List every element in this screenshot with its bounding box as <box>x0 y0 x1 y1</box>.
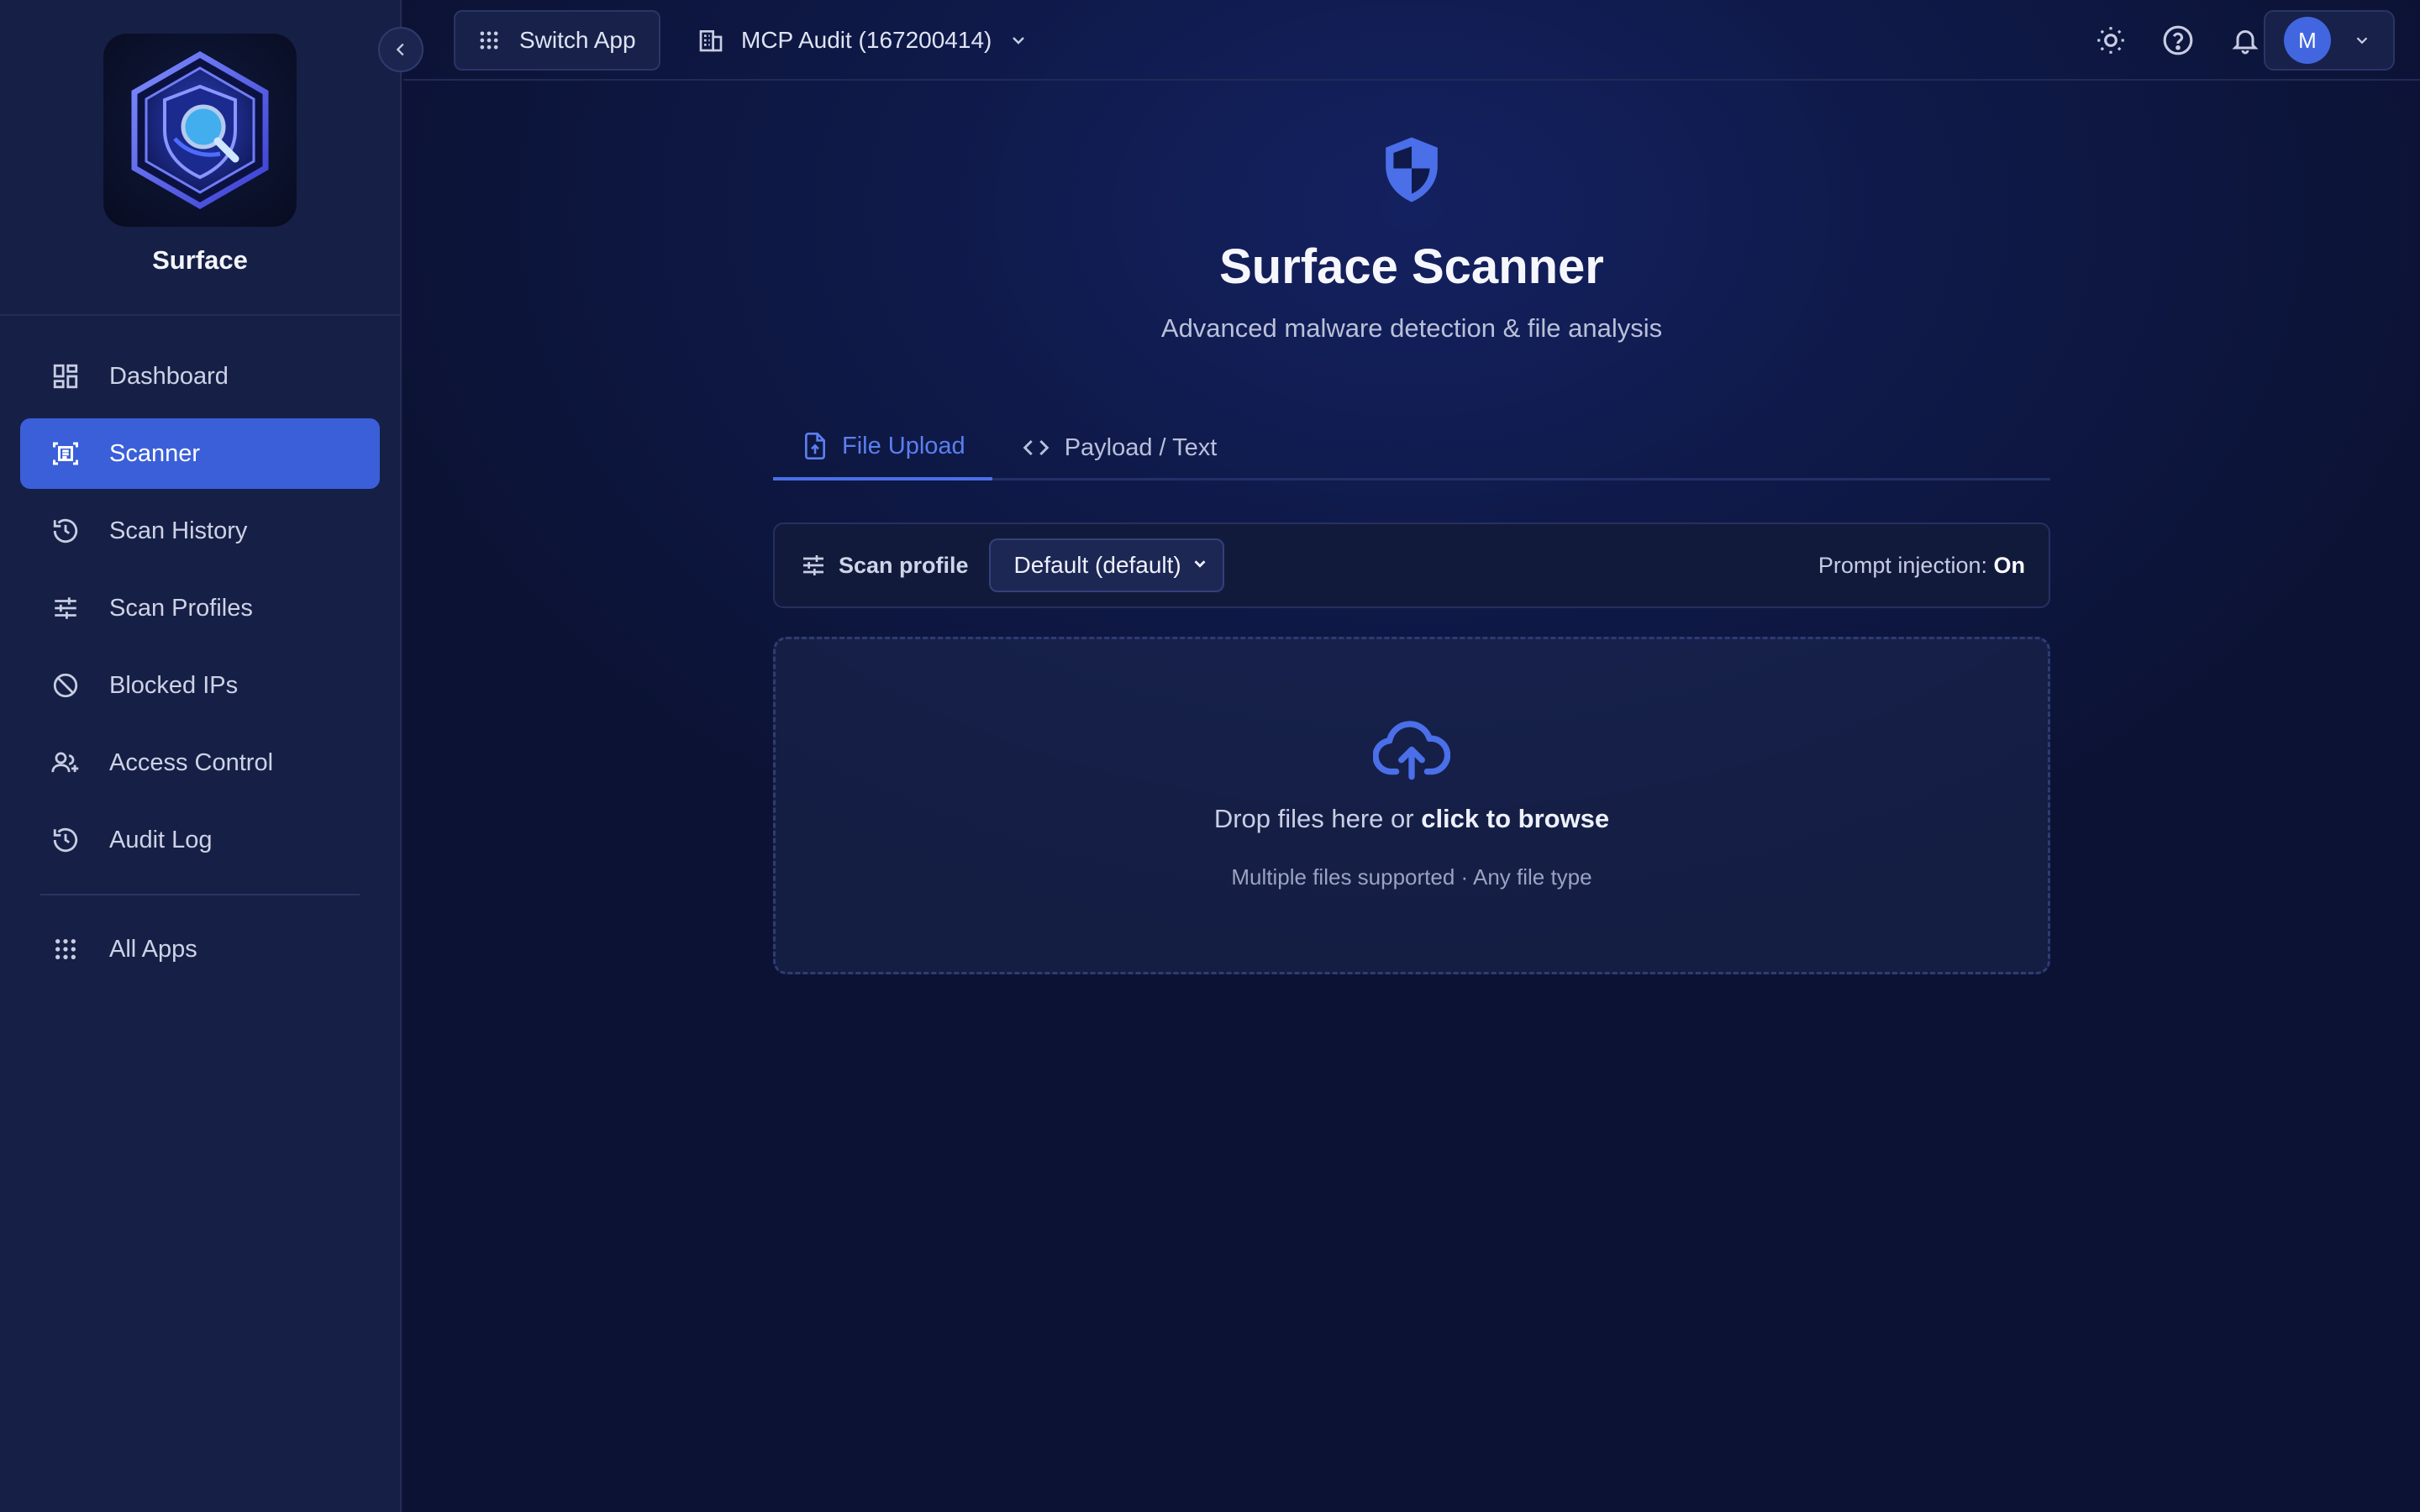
sidebar-item-dashboard[interactable]: Dashboard <box>20 341 380 412</box>
notifications-button[interactable] <box>2225 20 2265 60</box>
sidebar-item-label: Dashboard <box>109 362 229 390</box>
grid-dots-icon <box>50 934 81 964</box>
sliders-icon <box>50 593 81 623</box>
sidebar-nav: Dashboard Scanner Scan History Scan Prof… <box>0 316 400 984</box>
browse-link[interactable]: click to browse <box>1421 804 1609 833</box>
page-header: Surface Scanner Advanced malware detecti… <box>403 134 2420 344</box>
user-menu-button[interactable]: M <box>2264 10 2395 71</box>
sliders-icon <box>800 552 827 579</box>
grid-dots-icon <box>477 29 501 52</box>
history-icon <box>50 516 81 546</box>
app-logo <box>103 34 297 227</box>
shield-search-logo-icon <box>131 50 269 210</box>
code-icon <box>1023 436 1050 459</box>
page-title: Surface Scanner <box>1219 239 1604 294</box>
chevron-down-icon <box>1008 30 1028 50</box>
sidebar-item-audit-log[interactable]: Audit Log <box>20 805 380 875</box>
organization-selector[interactable]: MCP Audit (167200414) <box>697 10 1028 71</box>
scan-profile-text: Scan profile <box>839 552 969 578</box>
history-icon <box>50 825 81 855</box>
sidebar-item-all-apps[interactable]: All Apps <box>20 914 380 984</box>
switch-app-label: Switch App <box>519 27 636 53</box>
avatar: M <box>2284 17 2331 64</box>
dropzone-hint: Multiple files supported · Any file type <box>1231 864 1592 890</box>
block-icon <box>50 670 81 701</box>
sidebar-item-label: Scanner <box>109 439 201 467</box>
tab-file-upload[interactable]: File Upload <box>773 415 992 480</box>
file-upload-icon <box>803 433 827 459</box>
sidebar-item-label: Audit Log <box>109 826 213 853</box>
dropzone-prompt: Drop files here or <box>1213 804 1422 833</box>
scanner-tabs: File Upload Payload / Text <box>773 415 2050 480</box>
top-bar: Switch App MCP Audit (167200414) M <box>403 0 2420 81</box>
page-subtitle: Advanced malware detection & file analys… <box>1160 313 1663 343</box>
chevron-down-icon <box>1191 552 1209 579</box>
sidebar-item-label: All Apps <box>109 935 197 963</box>
sidebar-item-scanner[interactable]: Scanner <box>20 418 380 489</box>
dropzone-text: Drop files here or click to browse <box>1214 804 1609 834</box>
help-icon <box>2163 25 2193 55</box>
sidebar-item-label: Access Control <box>109 748 274 776</box>
user-plus-icon <box>50 748 81 778</box>
brand: Surface <box>0 0 400 316</box>
sidebar-item-access-control[interactable]: Access Control <box>20 727 380 798</box>
dashboard-icon <box>50 361 81 391</box>
tab-payload-text[interactable]: Payload / Text <box>992 415 1244 480</box>
building-icon <box>697 27 724 54</box>
app-root: Surface Dashboard Scanner Scan History S… <box>0 0 2420 1512</box>
sidebar-item-scan-profiles[interactable]: Scan Profiles <box>20 573 380 643</box>
sun-icon <box>2097 27 2124 54</box>
sidebar-item-scan-history[interactable]: Scan History <box>20 496 380 566</box>
tab-label: Payload / Text <box>1064 433 1218 461</box>
scan-profile-select[interactable]: Default (default) <box>988 538 1224 592</box>
scanner-icon <box>50 438 81 469</box>
scan-profile-selected: Default (default) <box>1013 552 1181 578</box>
bell-icon <box>2232 30 2259 55</box>
scan-profile-bar: Scan profile Default (default) Prompt in… <box>773 522 2050 608</box>
chevron-left-icon <box>396 43 404 56</box>
tab-label: File Upload <box>842 432 965 459</box>
organization-name: MCP Audit (167200414) <box>741 27 992 53</box>
theme-toggle-button[interactable] <box>2091 20 2131 60</box>
sidebar-item-label: Blocked IPs <box>109 671 239 699</box>
collapse-sidebar-button[interactable] <box>378 27 424 72</box>
file-dropzone[interactable]: Drop files here or click to browse Multi… <box>773 637 2050 974</box>
sidebar-item-label: Scan Profiles <box>109 594 253 622</box>
prompt-injection-status: Prompt injection: On <box>1818 553 2025 579</box>
sidebar: Surface Dashboard Scanner Scan History S… <box>0 0 402 1512</box>
help-button[interactable] <box>2158 20 2198 60</box>
chevron-down-icon <box>2353 31 2371 50</box>
switch-app-button[interactable]: Switch App <box>454 10 660 71</box>
prompt-injection-value: On <box>1993 552 2026 578</box>
shield-icon <box>403 134 2420 205</box>
prompt-injection-label: Prompt injection: <box>1818 552 1987 578</box>
nav-divider <box>40 894 360 895</box>
sidebar-item-blocked-ips[interactable]: Blocked IPs <box>20 650 380 721</box>
scan-profile-label: Scan profile <box>800 552 969 579</box>
sidebar-item-label: Scan History <box>109 517 248 544</box>
cloud-upload-icon <box>1373 720 1450 782</box>
main-content: Switch App MCP Audit (167200414) M Surfa… <box>403 0 2420 1512</box>
brand-name: Surface <box>152 245 248 275</box>
